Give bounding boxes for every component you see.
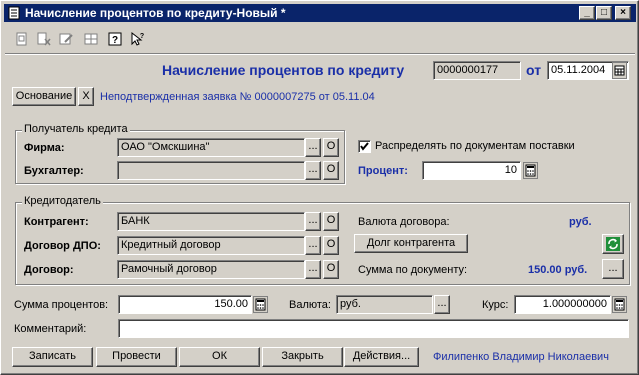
contractor-field[interactable]: БАНК	[117, 212, 305, 231]
grid-icon[interactable]	[83, 31, 99, 47]
contractor-debt-button[interactable]: Долг контрагента	[354, 234, 468, 253]
distribute-checkbox[interactable]	[358, 140, 371, 153]
close-icon: ×	[620, 7, 626, 18]
currency-label: Валюта:	[289, 299, 331, 311]
close-button[interactable]: ×	[615, 6, 631, 20]
calculator-icon[interactable]	[523, 162, 538, 179]
accountant-label: Бухгалтер:	[24, 165, 84, 177]
contract-label: Договор:	[24, 264, 74, 276]
basis-link[interactable]: Неподтвержденная заявка № 0000007275 от …	[100, 91, 375, 103]
actions-button[interactable]: Действия...	[344, 347, 419, 367]
accountant-field[interactable]	[117, 161, 305, 180]
document-sum-value: 150.00 руб.	[528, 264, 588, 276]
dpo-field[interactable]: Кредитный договор	[117, 236, 305, 255]
dpo-select-button[interactable]: ...	[305, 236, 321, 255]
percent-field[interactable]: 10	[422, 161, 521, 180]
minimize-button[interactable]: _	[579, 6, 595, 20]
document-number-field[interactable]: 0000000177	[433, 61, 521, 80]
post-button[interactable]: Провести	[96, 347, 177, 367]
calendar-icon[interactable]	[612, 62, 627, 79]
window-title: Начисление процентов по кредиту-Новый *	[25, 6, 286, 20]
toolbar-separator	[5, 53, 635, 55]
date-label: от	[526, 62, 542, 78]
title-bar[interactable]: Начисление процентов по кредиту-Новый * …	[4, 4, 636, 22]
dpo-label: Договор ДПО:	[24, 240, 101, 252]
pointer-help-icon[interactable]: ?	[129, 31, 145, 47]
accountant-select-button[interactable]: ...	[305, 161, 321, 180]
currency-select-button[interactable]: ...	[434, 295, 450, 314]
percent-label: Процент:	[358, 165, 408, 177]
interest-calculator-icon[interactable]	[253, 296, 268, 313]
contractor-label: Контрагент:	[24, 216, 89, 228]
refresh-button[interactable]	[602, 234, 624, 254]
refresh-icon	[606, 237, 620, 251]
contract-currency-label: Валюта договора:	[358, 216, 450, 228]
document-heading: Начисление процентов по кредиту	[162, 62, 405, 78]
comment-label: Комментарий:	[14, 323, 87, 335]
rate-calculator-icon[interactable]	[612, 296, 627, 313]
document-sum-label: Сумма по документу:	[358, 264, 468, 276]
maximize-icon: □	[600, 7, 608, 18]
accountant-clear-button[interactable]: О	[323, 161, 339, 180]
distribute-label: Распределять по документам поставки	[375, 140, 575, 152]
document-icon[interactable]	[14, 31, 30, 47]
contractor-clear-button[interactable]: О	[323, 212, 339, 231]
basis-clear-button[interactable]: X	[78, 87, 94, 106]
creditor-group-title: Кредитодатель	[22, 195, 103, 207]
svg-text:?: ?	[112, 35, 118, 46]
edit-icon[interactable]	[58, 31, 74, 47]
recipient-group-title: Получатель кредита	[22, 123, 130, 135]
minimize-icon: _	[584, 7, 590, 18]
rate-label: Курс:	[482, 299, 509, 311]
document-window: Начисление процентов по кредиту-Новый * …	[0, 0, 639, 375]
firm-label: Фирма:	[24, 142, 65, 154]
firm-clear-button[interactable]: О	[323, 138, 339, 157]
save-button[interactable]: Записать	[12, 347, 93, 367]
author-label: Филипенко Владимир Николаевич	[433, 351, 609, 363]
interest-sum-field[interactable]: 150.00	[118, 295, 252, 314]
ok-button[interactable]: ОК	[179, 347, 260, 367]
comment-field[interactable]	[118, 319, 629, 338]
contract-currency-value: руб.	[569, 216, 592, 228]
document-sum-button[interactable]: ...	[602, 259, 624, 279]
checkmark-icon	[360, 142, 369, 151]
firm-select-button[interactable]: ...	[305, 138, 321, 157]
dpo-clear-button[interactable]: О	[323, 236, 339, 255]
svg-text:?: ?	[140, 33, 144, 40]
help-icon[interactable]: ?	[107, 31, 123, 47]
document-app-icon	[8, 6, 20, 20]
cut-icon[interactable]	[36, 31, 52, 47]
close-form-button[interactable]: Закрыть	[262, 347, 343, 367]
maximize-button[interactable]: □	[596, 6, 612, 20]
contract-select-button[interactable]: ...	[305, 260, 321, 279]
currency-field[interactable]: руб.	[336, 295, 433, 314]
contractor-select-button[interactable]: ...	[305, 212, 321, 231]
rate-field[interactable]: 1.000000000	[514, 295, 611, 314]
contract-field[interactable]: Рамочный договор	[117, 260, 305, 279]
basis-button[interactable]: Основание	[12, 87, 76, 106]
firm-field[interactable]: ОАО "Омскшина"	[117, 138, 305, 157]
contract-clear-button[interactable]: О	[323, 260, 339, 279]
interest-sum-label: Сумма процентов:	[14, 299, 109, 311]
